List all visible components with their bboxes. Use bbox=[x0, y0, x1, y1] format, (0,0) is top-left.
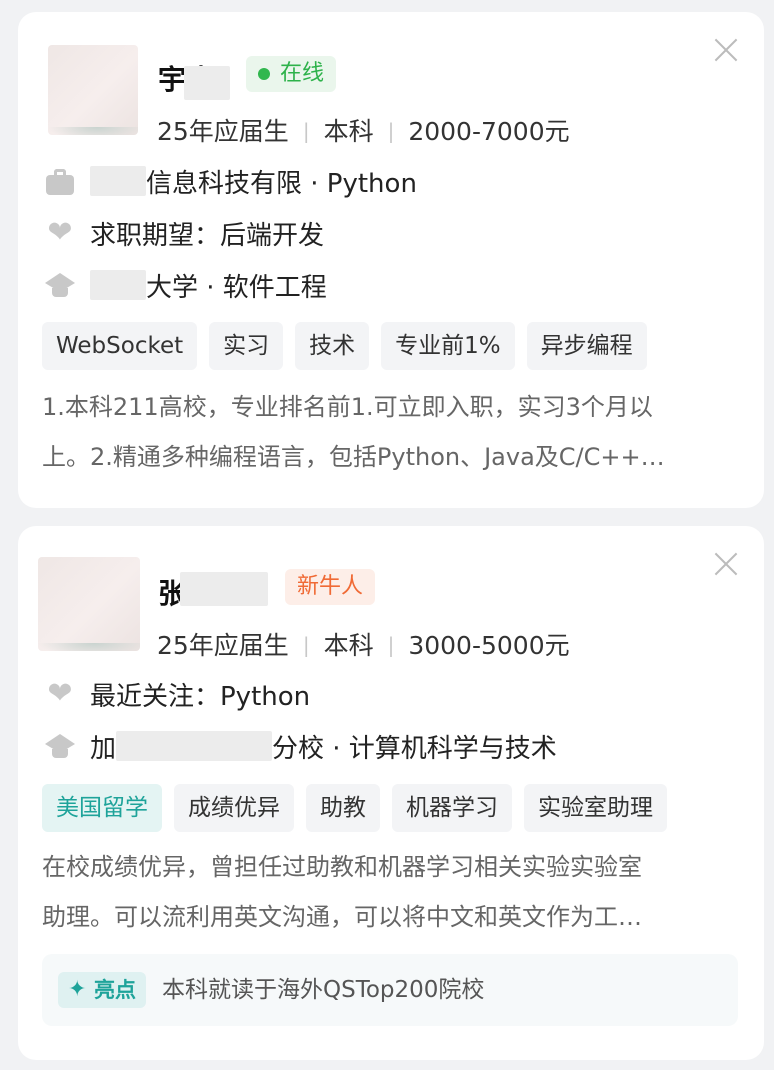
school-prefix: 加 bbox=[90, 733, 117, 764]
tag: 助教 bbox=[306, 784, 380, 832]
close-icon[interactable] bbox=[714, 38, 738, 62]
online-dot-icon bbox=[258, 68, 270, 80]
graduation-cap-icon bbox=[44, 271, 76, 299]
school-mask bbox=[116, 731, 273, 761]
tag-list: 美国留学 成绩优异 助教 机器学习 实验室助理 bbox=[42, 784, 667, 832]
tag: 实验室助理 bbox=[524, 784, 667, 832]
avatar[interactable] bbox=[38, 557, 140, 651]
expectation-text: 求职期望：后端开发 bbox=[90, 220, 325, 251]
description-line: 在校成绩优异，曾担任过助教和机器学习相关实验实验室 bbox=[42, 853, 642, 881]
recent-focus-text: 最近关注：Python bbox=[90, 681, 311, 712]
tag: 美国留学 bbox=[42, 784, 162, 832]
experience-row: 信息科技有限 · Python bbox=[44, 163, 417, 199]
expectation-row: ❤ 求职期望：后端开发 bbox=[44, 215, 324, 251]
tag: 实习 bbox=[209, 322, 284, 370]
close-icon[interactable] bbox=[714, 552, 738, 576]
school-row: 大学 · 软件工程 bbox=[44, 267, 327, 303]
recent-focus-row: ❤ 最近关注：Python bbox=[44, 676, 310, 712]
tag: 异步编程 bbox=[526, 322, 647, 370]
experience-text: 信息科技有限 · Python bbox=[146, 168, 417, 199]
candidate-meta: 25年应届生 | 本科 | 3000-5000元 bbox=[157, 631, 570, 660]
school-text: 分校 · 计算机科学与技术 bbox=[272, 733, 557, 764]
avatar[interactable] bbox=[48, 45, 138, 135]
highlight-text: 本科就读于海外QSTop200院校 bbox=[162, 977, 485, 1003]
heart-icon: ❤ bbox=[47, 215, 73, 250]
tag: 机器学习 bbox=[392, 784, 512, 832]
school-mask bbox=[90, 270, 146, 300]
description-line: 1.本科211高校，专业排名前1.可立即入职，实习3个月以 bbox=[42, 393, 653, 421]
tag: 成绩优异 bbox=[174, 784, 294, 832]
status-badge: 在线 bbox=[246, 56, 337, 92]
candidate-description: 1.本科211高校，专业排名前1.可立即入职，实习3个月以 上。2.精通多种编程… bbox=[42, 382, 742, 482]
highlight-box: ✦ 亮点 本科就读于海外QSTop200院校 bbox=[42, 954, 738, 1026]
tag: WebSocket bbox=[42, 322, 198, 370]
company-mask bbox=[90, 166, 146, 196]
highlight-chip: ✦ 亮点 bbox=[58, 972, 146, 1008]
heart-icon: ❤ bbox=[47, 676, 73, 711]
school-text: 大学 · 软件工程 bbox=[146, 272, 327, 303]
graduation-cap-icon bbox=[44, 732, 76, 760]
candidate-description: 在校成绩优异，曾担任过助教和机器学习相关实验实验室 助理。可以流利用英文沟通，可… bbox=[42, 842, 742, 942]
candidate-meta: 25年应届生 | 本科 | 2000-7000元 bbox=[157, 117, 570, 146]
tag: 专业前1% bbox=[381, 322, 515, 370]
description-line: 助理。可以流利用英文沟通，可以将中文和英文作为工… bbox=[42, 903, 642, 931]
school-row: 加 分校 · 计算机科学与技术 bbox=[44, 728, 557, 764]
description-line: 上。2.精通多种编程语言，包括Python、Java及C/C++… bbox=[42, 443, 665, 471]
status-badge: 新牛人 bbox=[285, 569, 376, 605]
tag-list: WebSocket 实习 技术 专业前1% 异步编程 bbox=[42, 322, 647, 370]
name-mask bbox=[184, 66, 230, 100]
briefcase-icon bbox=[44, 167, 76, 195]
sparkle-icon: ✦ bbox=[68, 977, 87, 1002]
name-mask bbox=[180, 572, 268, 606]
highlight-label: 亮点 bbox=[94, 978, 136, 1002]
tag: 技术 bbox=[295, 322, 370, 370]
candidate-card[interactable]: 张 新牛人 25年应届生 | 本科 | 3000-5000元 ❤ 最近关注：Python… bbox=[18, 526, 764, 1060]
candidate-card[interactable]: 宇山 在线 25年应届生|本科|2000-7000元 信息科技有限 · Pyth… bbox=[18, 12, 764, 508]
